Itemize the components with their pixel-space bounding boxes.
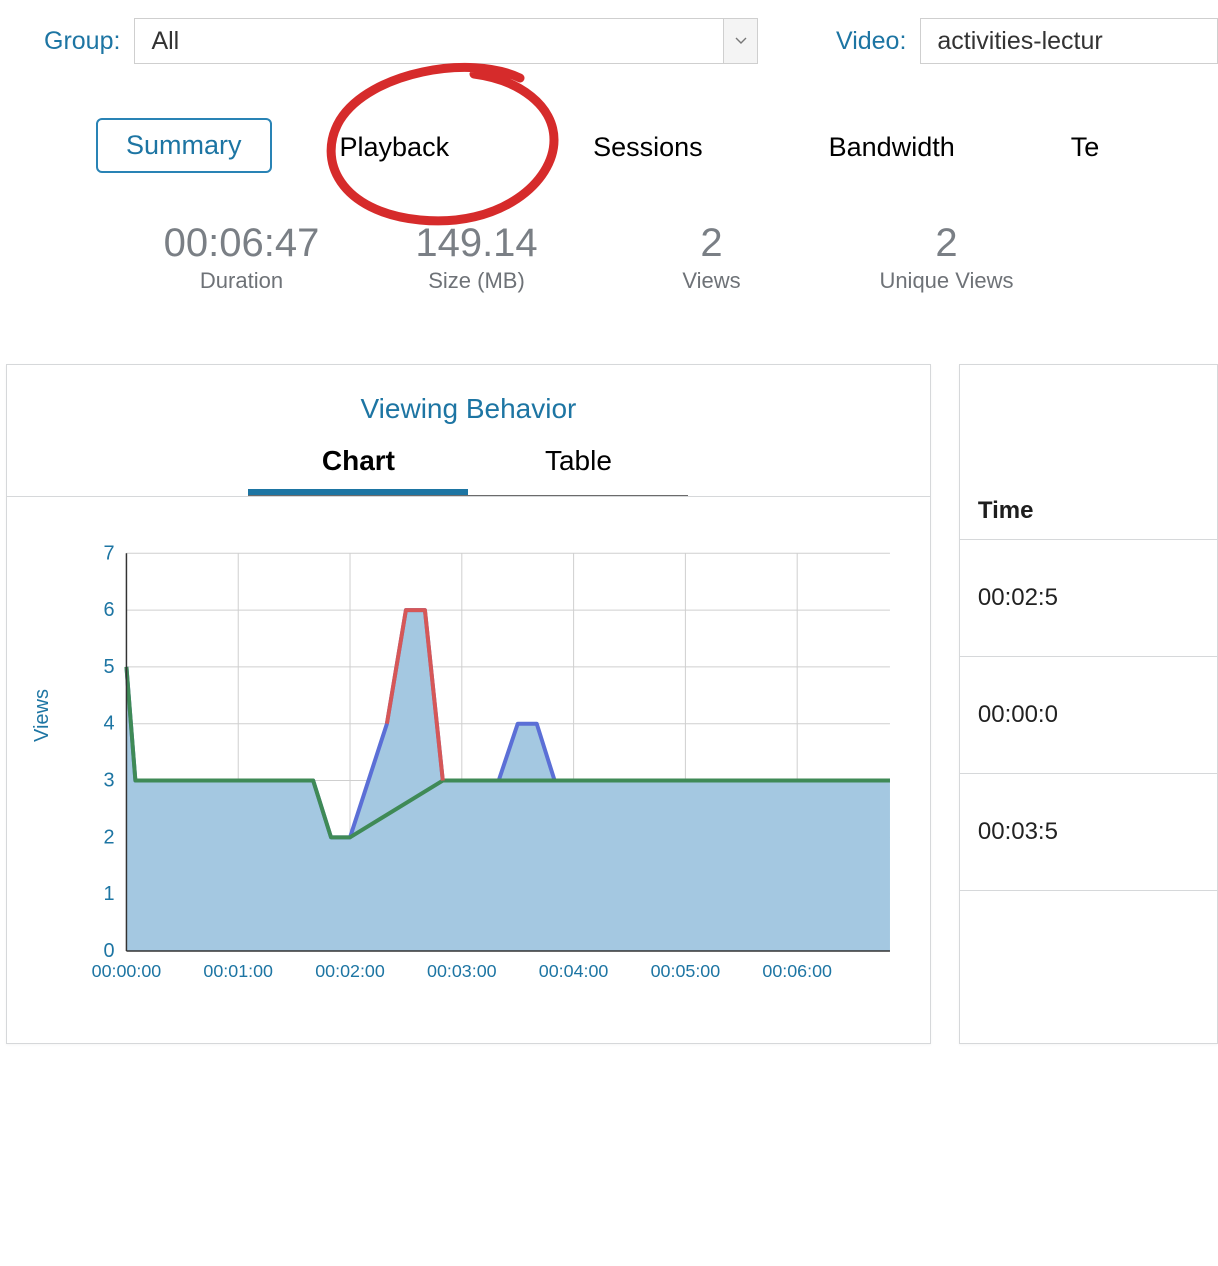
- svg-text:00:04:00: 00:04:00: [539, 961, 609, 981]
- viewing-behavior-panel: Viewing Behavior Chart Table Views 0 1 2 3 4…: [6, 364, 931, 1044]
- stat-size-value: 149.14: [359, 221, 594, 266]
- svg-text:00:06:00: 00:06:00: [762, 961, 832, 981]
- tab-te[interactable]: Te: [1043, 122, 1100, 173]
- svg-text:0: 0: [103, 940, 114, 962]
- video-select[interactable]: activities-lectur: [920, 18, 1218, 64]
- svg-text:3: 3: [103, 769, 114, 791]
- subtab-table[interactable]: Table: [468, 445, 688, 495]
- svg-text:6: 6: [103, 599, 114, 621]
- svg-text:5: 5: [103, 656, 114, 678]
- svg-text:00:05:00: 00:05:00: [651, 961, 721, 981]
- stat-views: 2 Views: [594, 221, 829, 294]
- tab-playback[interactable]: Playback: [312, 122, 478, 173]
- svg-text:2: 2: [103, 826, 114, 848]
- panel-row: Viewing Behavior Chart Table Views 0 1 2 3 4…: [0, 294, 1218, 1044]
- svg-text:4: 4: [103, 713, 114, 735]
- svg-text:00:01:00: 00:01:00: [203, 961, 273, 981]
- svg-text:00:03:00: 00:03:00: [427, 961, 497, 981]
- chevron-down-icon: [723, 19, 757, 63]
- tab-sessions[interactable]: Sessions: [565, 122, 731, 173]
- viewing-behavior-chart: 0 1 2 3 4 5 6 7 00:00:00 00:01:00 00:02:00 00:03:00…: [31, 541, 906, 1003]
- stat-size-label: Size (MB): [359, 268, 594, 294]
- svg-text:00:02:00: 00:02:00: [315, 961, 385, 981]
- main-tabs: Summary Playback Sessions Bandwidth Te: [0, 64, 1218, 173]
- time-header: Time: [960, 465, 1217, 540]
- y-axis-title: Views: [31, 689, 54, 742]
- time-panel: Time 00:02:5 00:00:0 00:03:5: [959, 364, 1218, 1044]
- stats-row: 00:06:47 Duration 149.14 Size (MB) 2 Vie…: [0, 173, 1218, 294]
- svg-text:7: 7: [103, 542, 114, 564]
- svg-text:1: 1: [103, 883, 114, 905]
- table-row: 00:03:5: [960, 774, 1217, 891]
- panel-title: Viewing Behavior: [7, 365, 930, 445]
- stat-duration-value: 00:06:47: [124, 221, 359, 266]
- tab-bandwidth[interactable]: Bandwidth: [801, 122, 983, 173]
- stat-duration: 00:06:47 Duration: [124, 221, 359, 294]
- stat-duration-label: Duration: [124, 268, 359, 294]
- subtab-chart[interactable]: Chart: [248, 445, 468, 495]
- video-label: Video:: [836, 27, 906, 56]
- subtabs: Chart Table: [7, 445, 930, 497]
- tab-summary[interactable]: Summary: [96, 118, 272, 173]
- stat-size: 149.14 Size (MB): [359, 221, 594, 294]
- group-select[interactable]: All: [134, 18, 758, 64]
- stat-unique-views: 2 Unique Views: [829, 221, 1064, 294]
- group-label: Group:: [44, 27, 120, 56]
- group-select-value: All: [151, 27, 179, 56]
- svg-text:00:00:00: 00:00:00: [92, 961, 162, 981]
- filter-bar: Group: All Video: activities-lectur: [0, 0, 1218, 64]
- chart-area: Views 0 1 2 3 4 5 6 7 00:00:00 00:01:00 00:02:00 00…: [7, 497, 930, 1027]
- stat-unique-views-label: Unique Views: [829, 268, 1064, 294]
- table-row: 00:02:5: [960, 540, 1217, 657]
- stat-unique-views-value: 2: [829, 221, 1064, 266]
- video-select-value: activities-lectur: [937, 27, 1102, 56]
- stat-views-label: Views: [594, 268, 829, 294]
- stat-views-value: 2: [594, 221, 829, 266]
- table-row: 00:00:0: [960, 657, 1217, 774]
